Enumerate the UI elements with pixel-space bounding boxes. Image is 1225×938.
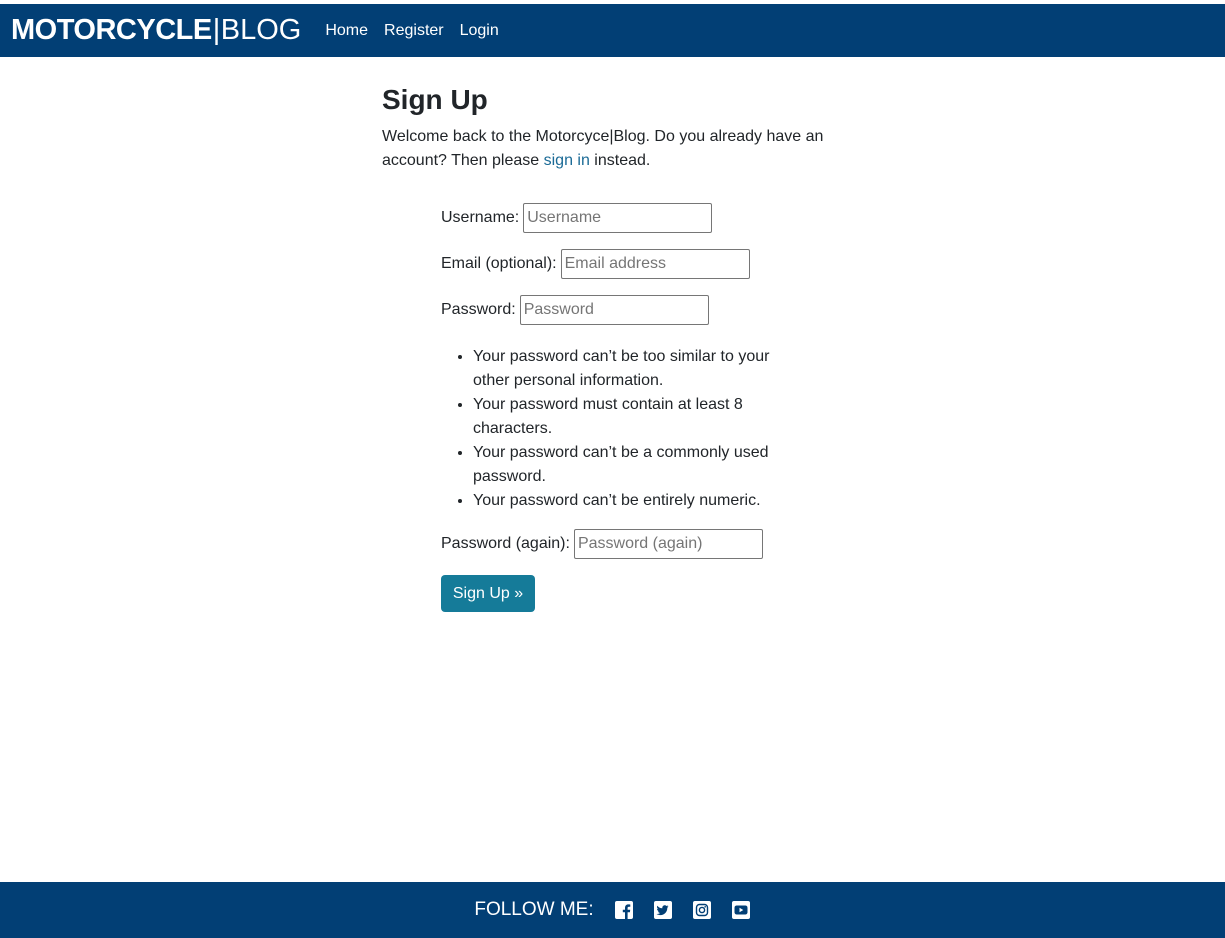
- nav-home-link[interactable]: Home: [325, 22, 368, 40]
- username-row: Username:: [441, 203, 801, 233]
- social-links: [614, 900, 751, 920]
- password-help-item: Your password can’t be too similar to yo…: [473, 345, 793, 393]
- brand-bold-text: MOTORCYCLE: [11, 14, 212, 46]
- password-again-label: Password (again):: [441, 535, 570, 552]
- password-help-item: Your password can’t be a commonly used p…: [473, 441, 793, 489]
- password-input[interactable]: [519, 295, 709, 325]
- brand-separator: |: [212, 14, 221, 46]
- email-label: Email (optional):: [441, 255, 557, 272]
- sign-up-button[interactable]: Sign Up »: [441, 575, 535, 612]
- brand-logo[interactable]: MOTORCYCLE | BLOG: [11, 16, 301, 45]
- nav-register-link[interactable]: Register: [384, 22, 444, 40]
- sign-in-link[interactable]: sign in: [544, 152, 590, 169]
- email-input[interactable]: [560, 249, 750, 279]
- signup-form: Username: Email (optional): Password: Yo…: [441, 203, 801, 612]
- instagram-icon[interactable]: [692, 900, 712, 920]
- email-row: Email (optional):: [441, 249, 801, 279]
- username-input[interactable]: [523, 203, 713, 233]
- username-label: Username:: [441, 209, 520, 226]
- password-again-row: Password (again):: [441, 529, 801, 559]
- footer: FOLLOW ME:: [0, 882, 1225, 938]
- twitter-icon[interactable]: [653, 900, 673, 920]
- main-content: Sign Up Welcome back to the Motorcyce|Bl…: [382, 80, 842, 173]
- page-title: Sign Up: [382, 84, 488, 115]
- password-label: Password:: [441, 301, 516, 318]
- password-row: Password:: [441, 295, 801, 325]
- navbar: MOTORCYCLE | BLOG Home Register Login: [0, 4, 1225, 57]
- password-again-input[interactable]: [573, 529, 763, 559]
- follow-label: FOLLOW ME:: [474, 899, 594, 920]
- password-help-item: Your password can’t be entirely numeric.: [473, 489, 793, 513]
- intro-text-after: instead.: [589, 151, 651, 169]
- intro-text: Welcome back to the Motorcyce|Blog. Do y…: [382, 125, 832, 173]
- brand-light-text: BLOG: [220, 14, 302, 46]
- youtube-icon[interactable]: [731, 900, 751, 920]
- password-help-list: Your password can’t be too similar to yo…: [473, 345, 793, 513]
- nav-login-link[interactable]: Login: [460, 22, 499, 40]
- main-nav: Home Register Login: [325, 22, 498, 40]
- password-help-item: Your password must contain at least 8 ch…: [473, 393, 793, 441]
- facebook-icon[interactable]: [614, 900, 634, 920]
